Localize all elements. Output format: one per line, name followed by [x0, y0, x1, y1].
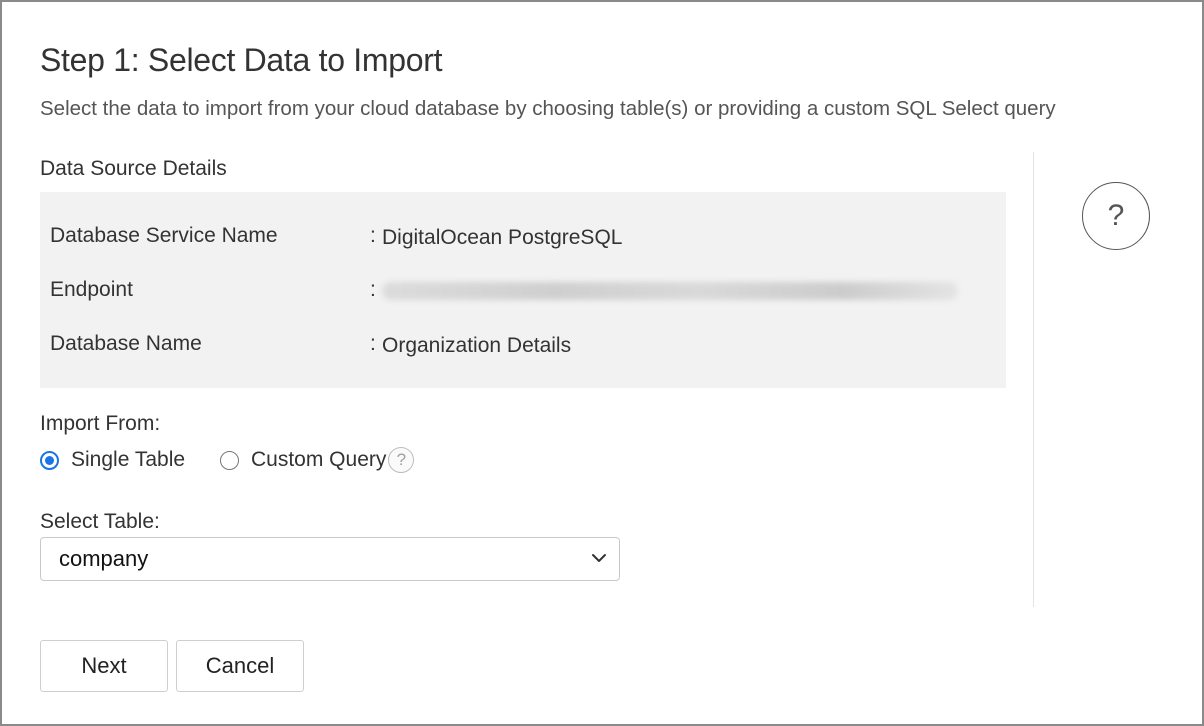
detail-separator: :	[370, 278, 376, 301]
help-icon[interactable]: ?	[1082, 182, 1150, 250]
detail-label: Endpoint	[50, 278, 133, 301]
radio-single-table-indicator[interactable]	[40, 450, 59, 470]
cancel-button[interactable]: Cancel	[176, 640, 304, 692]
page-title: Step 1: Select Data to Import	[40, 42, 443, 78]
select-table-dropdown[interactable]: company	[40, 537, 620, 581]
radio-custom-query-label: Custom Query	[251, 448, 387, 471]
vertical-divider	[1033, 152, 1034, 607]
detail-label: Database Name	[50, 332, 202, 355]
detail-label: Database Service Name	[50, 224, 278, 247]
import-from-label: Import From:	[40, 412, 161, 435]
data-source-section-title: Data Source Details	[40, 157, 227, 180]
detail-separator: :	[370, 332, 376, 355]
detail-row-endpoint: Endpoint :	[40, 278, 1006, 308]
detail-row-service-name: Database Service Name : DigitalOcean Pos…	[40, 224, 1006, 254]
import-wizard-dialog: Step 1: Select Data to Import Select the…	[0, 0, 1204, 726]
detail-separator: :	[370, 224, 376, 247]
data-source-details-panel: Database Service Name : DigitalOcean Pos…	[40, 192, 1006, 388]
detail-value-database-name: Organization Details	[382, 334, 572, 357]
custom-query-help-icon[interactable]: ?	[388, 447, 415, 473]
detail-row-database-name: Database Name : Organization Details	[40, 332, 1006, 362]
radio-single-table[interactable]: Single Table	[40, 446, 185, 474]
help-icon-glyph: ?	[1107, 199, 1125, 232]
radio-custom-query[interactable]: Custom Query ?	[220, 446, 415, 474]
page-subtitle: Select the data to import from your clou…	[40, 97, 1056, 120]
detail-value-service-name: DigitalOcean PostgreSQL	[382, 226, 623, 249]
chevron-down-icon	[592, 554, 606, 562]
radio-single-table-label: Single Table	[71, 448, 186, 471]
select-table-label: Select Table:	[40, 510, 160, 533]
select-table-value: company	[59, 546, 149, 571]
radio-custom-query-indicator[interactable]	[220, 450, 239, 470]
next-button[interactable]: Next	[40, 640, 168, 692]
endpoint-redacted-value	[382, 282, 958, 300]
